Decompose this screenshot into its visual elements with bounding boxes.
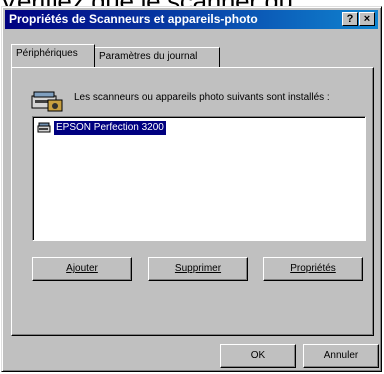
list-item[interactable]: EPSON Perfection 3200 (37, 120, 166, 136)
add-button[interactable]: Ajouter (32, 257, 132, 281)
title-bar[interactable]: Propriétés de Scanneurs et appareils-pho… (5, 10, 378, 29)
window-title: Propriétés de Scanneurs et appareils-pho… (9, 12, 258, 26)
properties-dialog: Propriétés de Scanneurs et appareils-pho… (1, 6, 382, 372)
device-name: EPSON Perfection 3200 (54, 121, 166, 135)
properties-button-label: Propriétés (290, 263, 336, 274)
close-button[interactable]: × (359, 12, 375, 26)
scanner-icon (37, 122, 51, 133)
cancel-button[interactable]: Annuler (303, 344, 379, 368)
ok-button[interactable]: OK (220, 344, 296, 368)
tab-parametres-journal[interactable]: Paramètres du journal (94, 47, 220, 67)
remove-button-label: Supprimer (174, 263, 222, 274)
devices-label: Les scanneurs ou appareils photo suivant… (74, 92, 330, 103)
add-button-label: Ajouter (66, 263, 98, 274)
help-button[interactable]: ? (342, 12, 358, 26)
tab-peripheriques[interactable]: Périphériques (11, 44, 95, 67)
tab-panel: Les scanneurs ou appareils photo suivant… (11, 67, 374, 336)
properties-button[interactable]: Propriétés (263, 257, 363, 281)
remove-button[interactable]: Supprimer (148, 257, 248, 281)
scanner-camera-icon (31, 91, 63, 112)
device-list[interactable]: EPSON Perfection 3200 (32, 116, 366, 241)
